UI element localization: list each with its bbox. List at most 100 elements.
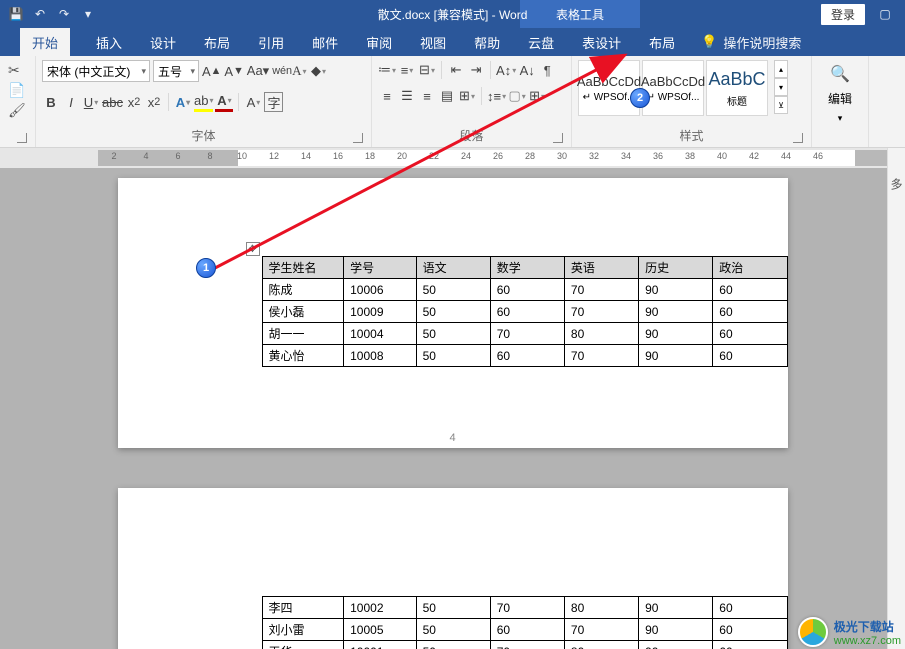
table-header-cell[interactable]: 学生姓名 — [262, 257, 344, 279]
table-cell[interactable]: 10004 — [344, 323, 416, 345]
table-cell[interactable]: 50 — [416, 279, 490, 301]
shrink-font-icon[interactable]: A▼ — [224, 61, 243, 81]
tab-view[interactable]: 视图 — [418, 28, 448, 56]
shading-icon[interactable]: ▢ — [508, 86, 526, 106]
chevron-up-icon[interactable]: ▴ — [774, 60, 788, 78]
borders-icon[interactable]: ⊞ — [528, 86, 546, 106]
tab-help[interactable]: 帮助 — [472, 28, 502, 56]
underline-button[interactable]: U — [82, 92, 100, 112]
table-header-cell[interactable]: 数学 — [490, 257, 564, 279]
table-cell[interactable]: 90 — [639, 301, 713, 323]
table-cell[interactable]: 10001 — [344, 641, 416, 649]
table-cell[interactable]: 胡一一 — [262, 323, 344, 345]
tab-cloud[interactable]: 云盘 — [526, 28, 556, 56]
tab-references[interactable]: 引用 — [256, 28, 286, 56]
table-cell[interactable]: 60 — [490, 301, 564, 323]
bold-button[interactable]: B — [42, 92, 60, 112]
italic-button[interactable]: I — [62, 92, 80, 112]
table-cell[interactable]: 90 — [639, 619, 713, 641]
font-color-icon[interactable]: A — [215, 92, 233, 112]
edit-dropdown-icon[interactable]: ▾ — [838, 113, 843, 124]
superscript-button[interactable]: x2 — [145, 92, 163, 112]
table-header-cell[interactable]: 英语 — [564, 257, 638, 279]
text-direction-icon[interactable]: A↕ — [496, 60, 516, 80]
font-launcher-icon[interactable] — [353, 133, 363, 143]
undo-icon[interactable]: ↶ — [30, 4, 50, 24]
styles-launcher-icon[interactable] — [793, 133, 803, 143]
table-cell[interactable]: 90 — [639, 345, 713, 367]
change-case-icon[interactable]: Aa▾ — [247, 61, 269, 81]
justify-icon[interactable]: ▤ — [438, 86, 456, 106]
styles-gallery[interactable]: AaBbCcDd ↵ WPSOf... AaBbCcDd ↵ WPSOf... … — [578, 60, 768, 116]
enclose-char-icon[interactable]: A — [244, 92, 262, 112]
tab-table-layout[interactable]: 布局 — [647, 28, 677, 56]
table-cell[interactable]: 60 — [490, 279, 564, 301]
tab-design[interactable]: 设计 — [148, 28, 178, 56]
tab-insert[interactable]: 插入 — [94, 28, 124, 56]
table-cell[interactable]: 刘小雷 — [262, 619, 344, 641]
document-area[interactable]: ✥ 学生姓名学号语文数学英语历史政治陈成100065060709060侯小磊10… — [0, 168, 905, 649]
line-spacing-icon[interactable]: ↕≡ — [487, 86, 506, 106]
data-table-2[interactable]: 李四100025070809060刘小雷100055060709060王华100… — [262, 596, 788, 649]
styles-more-icon[interactable]: ⊻ — [774, 96, 788, 114]
clear-formatting-icon[interactable]: ◆ — [310, 61, 328, 81]
table-cell[interactable]: 60 — [713, 323, 787, 345]
char-border-icon[interactable]: 字 — [264, 92, 283, 112]
table-header-cell[interactable]: 学号 — [344, 257, 416, 279]
table-cell[interactable]: 10006 — [344, 279, 416, 301]
table-cell[interactable]: 60 — [490, 619, 564, 641]
side-pane-collapsed[interactable]: 多 — [887, 148, 905, 649]
table-cell[interactable]: 10009 — [344, 301, 416, 323]
chevron-down-icon[interactable]: ▾ — [774, 78, 788, 96]
table-cell[interactable]: 70 — [564, 301, 638, 323]
styles-scroll[interactable]: ▴ ▾ ⊻ — [774, 60, 788, 114]
table-cell[interactable]: 60 — [490, 345, 564, 367]
tell-me-search[interactable]: 💡 操作说明搜索 — [701, 33, 801, 52]
tab-layout[interactable]: 布局 — [202, 28, 232, 56]
strikethrough-button[interactable]: abc — [102, 92, 123, 112]
horizontal-ruler[interactable]: 2468101214161820222426283032343638404244… — [0, 148, 905, 168]
cut-icon[interactable]: ✂ — [8, 62, 26, 78]
align-left-icon[interactable]: ≡ — [378, 86, 396, 106]
text-effects-icon[interactable]: A — [174, 92, 192, 112]
redo-icon[interactable]: ↷ — [54, 4, 74, 24]
table-cell[interactable]: 10002 — [344, 597, 416, 619]
table-cell[interactable]: 90 — [639, 641, 713, 649]
table-cell[interactable]: 10005 — [344, 619, 416, 641]
table-cell[interactable]: 50 — [416, 641, 490, 649]
table-cell[interactable]: 70 — [490, 597, 564, 619]
table-cell[interactable]: 王华 — [262, 641, 344, 649]
table-cell[interactable]: 70 — [490, 641, 564, 649]
table-cell[interactable]: 80 — [564, 641, 638, 649]
multilevel-icon[interactable]: ⊟ — [418, 60, 436, 80]
table-cell[interactable]: 90 — [639, 597, 713, 619]
table-cell[interactable]: 90 — [639, 323, 713, 345]
table-cell[interactable]: 80 — [564, 597, 638, 619]
style-item-1[interactable]: AaBbCcDd ↵ WPSOf... — [578, 60, 640, 116]
table-cell[interactable]: 侯小磊 — [262, 301, 344, 323]
table-cell[interactable]: 60 — [713, 597, 787, 619]
increase-indent-icon[interactable]: ⇥ — [467, 60, 485, 80]
tab-review[interactable]: 审阅 — [364, 28, 394, 56]
table-cell[interactable]: 50 — [416, 345, 490, 367]
font-size-combo[interactable]: 五号 — [153, 60, 199, 82]
format-painter-icon[interactable]: 🖌 — [8, 102, 26, 118]
style-item-2[interactable]: AaBbCcDd ↵ WPSOf... — [642, 60, 704, 116]
table-cell[interactable]: 陈成 — [262, 279, 344, 301]
numbering-icon[interactable]: ≡ — [398, 60, 416, 80]
login-button[interactable]: 登录 — [821, 4, 865, 25]
table-cell[interactable]: 70 — [564, 279, 638, 301]
table-cell[interactable]: 李四 — [262, 597, 344, 619]
tab-table-design[interactable]: 表设计 — [580, 28, 623, 56]
ribbon-options-icon[interactable]: ▢ — [875, 4, 895, 24]
font-name-combo[interactable]: 宋体 (中文正文) — [42, 60, 150, 82]
copy-icon[interactable]: 📄 — [8, 82, 26, 98]
table-cell[interactable]: 50 — [416, 597, 490, 619]
table-cell[interactable]: 80 — [564, 323, 638, 345]
table-cell[interactable]: 50 — [416, 323, 490, 345]
find-icon[interactable]: 🔍 — [830, 64, 850, 84]
align-center-icon[interactable]: ☰ — [398, 86, 416, 106]
table-cell[interactable]: 60 — [713, 345, 787, 367]
table-header-cell[interactable]: 历史 — [639, 257, 713, 279]
table-cell[interactable]: 60 — [713, 279, 787, 301]
